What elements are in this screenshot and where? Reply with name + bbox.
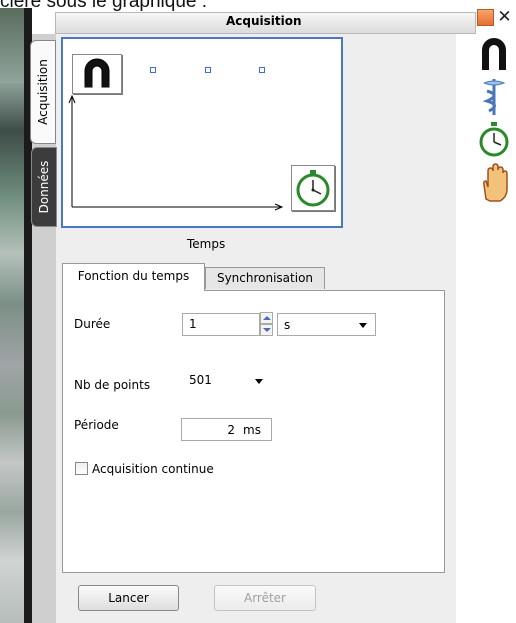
side-tab-acquisition[interactable]: Acquisition [30, 40, 56, 144]
acquisition-continue-checkbox[interactable] [75, 462, 88, 475]
side-tab-acquisition-label: Acquisition [36, 59, 50, 125]
stopwatch-icon [296, 170, 330, 207]
selection-handle[interactable] [259, 67, 265, 73]
stopwatch-icon [479, 122, 509, 157]
duree-label: Durée [74, 317, 111, 331]
periode-label: Période [74, 418, 119, 432]
chevron-down-icon [359, 323, 367, 328]
chevron-up-icon [263, 316, 271, 320]
arreter-button[interactable]: Arrêter [214, 585, 316, 611]
lancer-button[interactable]: Lancer [78, 585, 179, 611]
x-axis-time-slot[interactable] [291, 165, 335, 211]
toolbar-caduceus-button[interactable] [478, 77, 510, 117]
caduceus-icon [482, 79, 506, 115]
magnet-icon [84, 58, 110, 88]
spin-up-button[interactable] [260, 312, 273, 324]
toolbar-magnet-button[interactable] [478, 36, 510, 72]
acquisition-continue-label[interactable]: Acquisition continue [92, 462, 214, 476]
y-axis-magnet-slot[interactable] [72, 54, 122, 94]
duree-unit-select[interactable]: s [277, 313, 376, 336]
close-button[interactable]: ✕ [496, 9, 513, 26]
hand-icon [483, 163, 508, 202]
tab-fonction-du-temps[interactable]: Fonction du temps [62, 263, 205, 291]
points-label: Nb de points [74, 378, 151, 392]
x-axis-label: Temps [187, 237, 226, 251]
window-title: Acquisition [226, 14, 302, 28]
chevron-down-icon [263, 328, 271, 332]
desktop-strip [0, 8, 24, 623]
duree-spinner[interactable] [260, 312, 273, 336]
magnet-icon [482, 38, 506, 70]
periode-value: 2 [227, 423, 235, 437]
spin-down-button[interactable] [260, 324, 273, 336]
selection-handle[interactable] [205, 67, 211, 73]
toolbar-stopwatch-button[interactable] [478, 121, 510, 159]
points-value: 501 [189, 373, 212, 387]
tab-synchronisation[interactable]: Synchronisation [205, 267, 325, 289]
duree-unit-value: s [284, 318, 291, 332]
points-select[interactable]: 501 [182, 369, 272, 391]
duree-input[interactable]: 1 [182, 313, 260, 336]
periode-unit: ms [243, 423, 261, 437]
restore-button[interactable] [477, 9, 494, 26]
selection-handle[interactable] [150, 67, 156, 73]
side-tab-donnees-label: Données [37, 160, 51, 214]
chevron-down-icon [255, 379, 263, 384]
side-tab-donnees[interactable]: Données [31, 147, 57, 227]
toolbar-hand-button[interactable] [478, 163, 510, 203]
periode-input[interactable]: 2 ms [181, 418, 272, 441]
